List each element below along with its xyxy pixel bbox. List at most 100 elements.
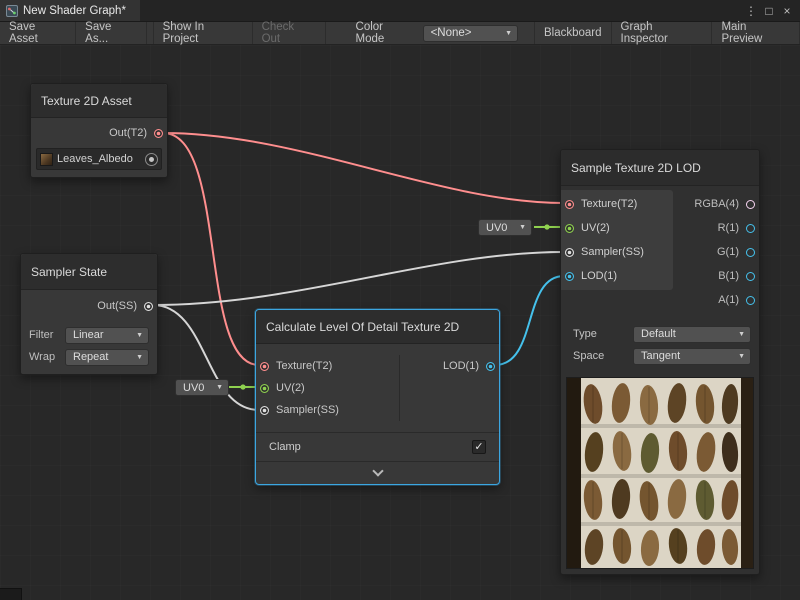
node-sampler-state[interactable]: Sampler State Out(SS) Filter Linear ▼ Wr… xyxy=(20,253,158,375)
bottom-corner-tab xyxy=(0,588,22,600)
edge-texture-to-calc-lod[interactable] xyxy=(163,133,259,365)
port-in-texture[interactable] xyxy=(260,362,269,371)
chevron-down-icon: ▼ xyxy=(496,30,512,37)
uv-channel-dropdown-sample-lod[interactable]: UV0 ▼ xyxy=(478,219,532,236)
type-value: Default xyxy=(641,328,676,340)
uv-connector-dot xyxy=(544,224,549,229)
check-icon: ✓ xyxy=(474,442,483,453)
port-out-a[interactable] xyxy=(746,296,755,305)
space-dropdown[interactable]: Tangent ▼ xyxy=(633,348,751,365)
port-label-uv: UV(2) xyxy=(276,382,305,394)
filter-dropdown[interactable]: Linear ▼ xyxy=(65,327,149,344)
blackboard-button[interactable]: Blackboard xyxy=(534,22,612,44)
graph-canvas[interactable]: Texture 2D Asset Out(T2) Leaves_Albedo S… xyxy=(0,45,800,600)
uv-channel-value: UV0 xyxy=(183,382,204,394)
edge-lod-to-sample-lod[interactable] xyxy=(495,276,564,365)
node-collapse-button[interactable] xyxy=(256,462,499,484)
port-label-out-ss: Out(SS) xyxy=(97,300,137,312)
save-as-button[interactable]: Save As... xyxy=(76,22,146,44)
port-label-a: A(1) xyxy=(718,294,739,306)
texture-object-field[interactable]: Leaves_Albedo xyxy=(36,148,162,170)
port-label-rgba: RGBA(4) xyxy=(694,198,739,210)
texture-thumbnail xyxy=(40,153,53,166)
port-out-r[interactable] xyxy=(746,224,755,233)
node-header[interactable]: Calculate Level Of Detail Texture 2D xyxy=(256,310,499,344)
close-icon[interactable]: × xyxy=(778,4,796,18)
port-in-lod[interactable] xyxy=(565,272,574,281)
port-label-out-t2: Out(T2) xyxy=(109,127,147,139)
port-in-sampler[interactable] xyxy=(260,406,269,415)
node-header[interactable]: Sampler State xyxy=(21,254,157,290)
graph-inspector-button[interactable]: Graph Inspector xyxy=(612,22,713,44)
titlebar: New Shader Graph* ⋮ □ × xyxy=(0,0,800,22)
space-value: Tangent xyxy=(641,350,680,362)
main-preview-button[interactable]: Main Preview xyxy=(712,22,800,44)
port-in-sampler[interactable] xyxy=(565,248,574,257)
filter-value: Linear xyxy=(73,329,104,341)
chevron-down-icon xyxy=(372,465,383,476)
port-label-texture: Texture(T2) xyxy=(581,198,637,210)
port-label-sampler: Sampler(SS) xyxy=(276,404,339,416)
save-asset-button[interactable]: Save Asset xyxy=(0,22,76,44)
port-label-uv: UV(2) xyxy=(581,222,610,234)
node-calculate-lod-texture-2d[interactable]: Calculate Level Of Detail Texture 2D Tex… xyxy=(255,309,500,485)
node-sample-texture-2d-lod[interactable]: Sample Texture 2D LOD Texture(T2) RGBA(4… xyxy=(560,149,760,575)
node-title: Calculate Level Of Detail Texture 2D xyxy=(266,320,459,334)
window-tab[interactable]: New Shader Graph* xyxy=(0,0,140,21)
object-picker-icon[interactable] xyxy=(145,153,158,166)
wrap-dropdown[interactable]: Repeat ▼ xyxy=(65,349,149,366)
chevron-down-icon: ▼ xyxy=(729,331,745,338)
color-mode-dropdown[interactable]: <None> ▼ xyxy=(423,25,518,42)
window-title: New Shader Graph* xyxy=(23,5,126,17)
type-dropdown[interactable]: Default ▼ xyxy=(633,326,751,343)
port-label-lod: LOD(1) xyxy=(581,270,617,282)
port-out-b[interactable] xyxy=(746,272,755,281)
wrap-label: Wrap xyxy=(29,351,65,363)
port-out-g[interactable] xyxy=(746,248,755,257)
port-label-b: B(1) xyxy=(718,270,739,282)
node-texture-2d-asset[interactable]: Texture 2D Asset Out(T2) Leaves_Albedo xyxy=(30,83,168,178)
port-in-uv[interactable] xyxy=(260,384,269,393)
shader-graph-toolbar: Save Asset Save As... Show In Project Ch… xyxy=(0,22,800,45)
show-in-project-button[interactable]: Show In Project xyxy=(153,22,253,44)
color-mode-value: <None> xyxy=(431,27,472,39)
window-menu-icon[interactable]: ⋮ xyxy=(742,4,760,18)
clamp-checkbox[interactable]: ✓ xyxy=(472,440,486,454)
uv-channel-dropdown-calc-lod[interactable]: UV0 ▼ xyxy=(175,379,229,396)
node-title: Texture 2D Asset xyxy=(41,94,132,108)
clamp-label: Clamp xyxy=(269,441,472,453)
uv-connector-dot xyxy=(240,384,245,389)
node-preview-image xyxy=(566,377,754,569)
port-out-rgba[interactable] xyxy=(746,200,755,209)
wrap-value: Repeat xyxy=(73,351,108,363)
chevron-down-icon: ▼ xyxy=(127,332,143,339)
port-label-g: G(1) xyxy=(717,246,739,258)
port-out-texture[interactable] xyxy=(154,129,163,138)
port-label-lod: LOD(1) xyxy=(443,360,479,372)
port-label-texture: Texture(T2) xyxy=(276,360,332,372)
port-out-lod[interactable] xyxy=(486,362,495,371)
edge-texture-to-sample-lod[interactable] xyxy=(163,133,564,203)
port-label-r: R(1) xyxy=(718,222,739,234)
shader-graph-icon xyxy=(6,5,18,17)
node-header[interactable]: Sample Texture 2D LOD xyxy=(561,150,759,186)
node-title: Sample Texture 2D LOD xyxy=(571,161,701,175)
chevron-down-icon: ▼ xyxy=(207,384,223,391)
chevron-down-icon: ▼ xyxy=(127,354,143,361)
node-title: Sampler State xyxy=(31,265,107,279)
chevron-down-icon: ▼ xyxy=(510,224,526,231)
check-out-button[interactable]: Check Out xyxy=(253,22,326,44)
node-header[interactable]: Texture 2D Asset xyxy=(31,84,167,118)
uv-channel-value: UV0 xyxy=(486,222,507,234)
port-out-sampler[interactable] xyxy=(144,302,153,311)
filter-label: Filter xyxy=(29,329,65,341)
maximize-icon[interactable]: □ xyxy=(760,4,778,18)
port-in-texture[interactable] xyxy=(565,200,574,209)
port-in-uv[interactable] xyxy=(565,224,574,233)
texture-object-name: Leaves_Albedo xyxy=(57,153,141,165)
port-label-sampler: Sampler(SS) xyxy=(581,246,644,258)
space-label: Space xyxy=(573,350,619,362)
color-mode-label: Color Mode xyxy=(326,22,423,44)
type-label: Type xyxy=(573,328,619,340)
chevron-down-icon: ▼ xyxy=(729,353,745,360)
